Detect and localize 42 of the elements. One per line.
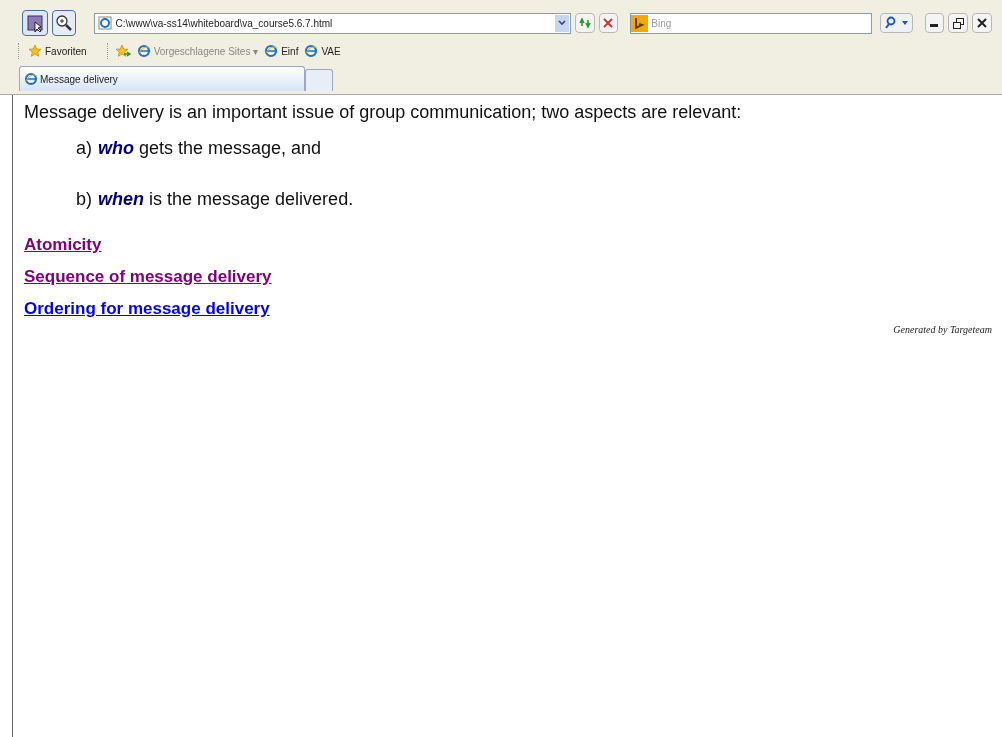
topic-link[interactable]: Atomicity xyxy=(24,233,102,256)
ie-page-icon xyxy=(264,44,279,58)
url-text: C:\www\va-ss14\whiteboard\va_course5.6.7.html xyxy=(115,16,334,31)
list-item-text: who gets the message, and xyxy=(98,137,322,160)
topic-link[interactable]: Sequence of message delivery xyxy=(24,265,272,288)
dropdown-icon[interactable] xyxy=(554,14,569,32)
browser-tab[interactable]: Message delivery xyxy=(19,66,305,91)
address-field[interactable]: C:\www\va-ss14\whiteboard\va_course5.6.7.html xyxy=(93,12,571,34)
search-input: Bing xyxy=(651,15,871,31)
close-icon xyxy=(603,18,614,28)
zoom-button[interactable] xyxy=(51,10,76,36)
refresh-button[interactable] xyxy=(574,13,595,33)
ie-page-icon xyxy=(97,16,112,30)
favorite-link[interactable]: Einf xyxy=(264,43,299,59)
stop-button[interactable] xyxy=(598,13,619,33)
caret-icon xyxy=(900,20,909,26)
favorites-button[interactable]: Favoriten xyxy=(26,43,89,59)
ie-page-icon xyxy=(304,44,319,58)
star-icon xyxy=(28,44,42,58)
bing-icon xyxy=(631,14,649,32)
intro-text: Message delivery is an important issue of group communication; two aspects are relevant: xyxy=(24,101,743,123)
generated-note: Generated by Targeteam xyxy=(892,323,992,337)
list-item-text: when is the message delivered. xyxy=(98,188,354,211)
restore-icon xyxy=(952,17,964,29)
ie-icon xyxy=(136,44,151,58)
close-icon xyxy=(977,18,988,28)
list-marker: a) xyxy=(76,137,92,160)
view-button[interactable] xyxy=(22,10,48,36)
minimize-icon xyxy=(930,24,939,27)
search-button[interactable] xyxy=(879,13,913,33)
refresh-icon xyxy=(577,17,592,29)
list-marker: b) xyxy=(76,188,92,211)
ie-icon xyxy=(24,72,38,86)
favorite-link[interactable]: VAE xyxy=(304,43,341,59)
topic-link[interactable]: Ordering for message delivery xyxy=(24,297,270,320)
search-field[interactable]: Bing xyxy=(630,12,872,34)
add-favorite-icon[interactable] xyxy=(114,44,131,58)
restore-button[interactable] xyxy=(948,13,969,33)
close-button[interactable] xyxy=(972,13,992,33)
minimize-button[interactable] xyxy=(924,13,945,33)
zoom-icon xyxy=(54,14,73,32)
window-icon xyxy=(25,14,44,32)
